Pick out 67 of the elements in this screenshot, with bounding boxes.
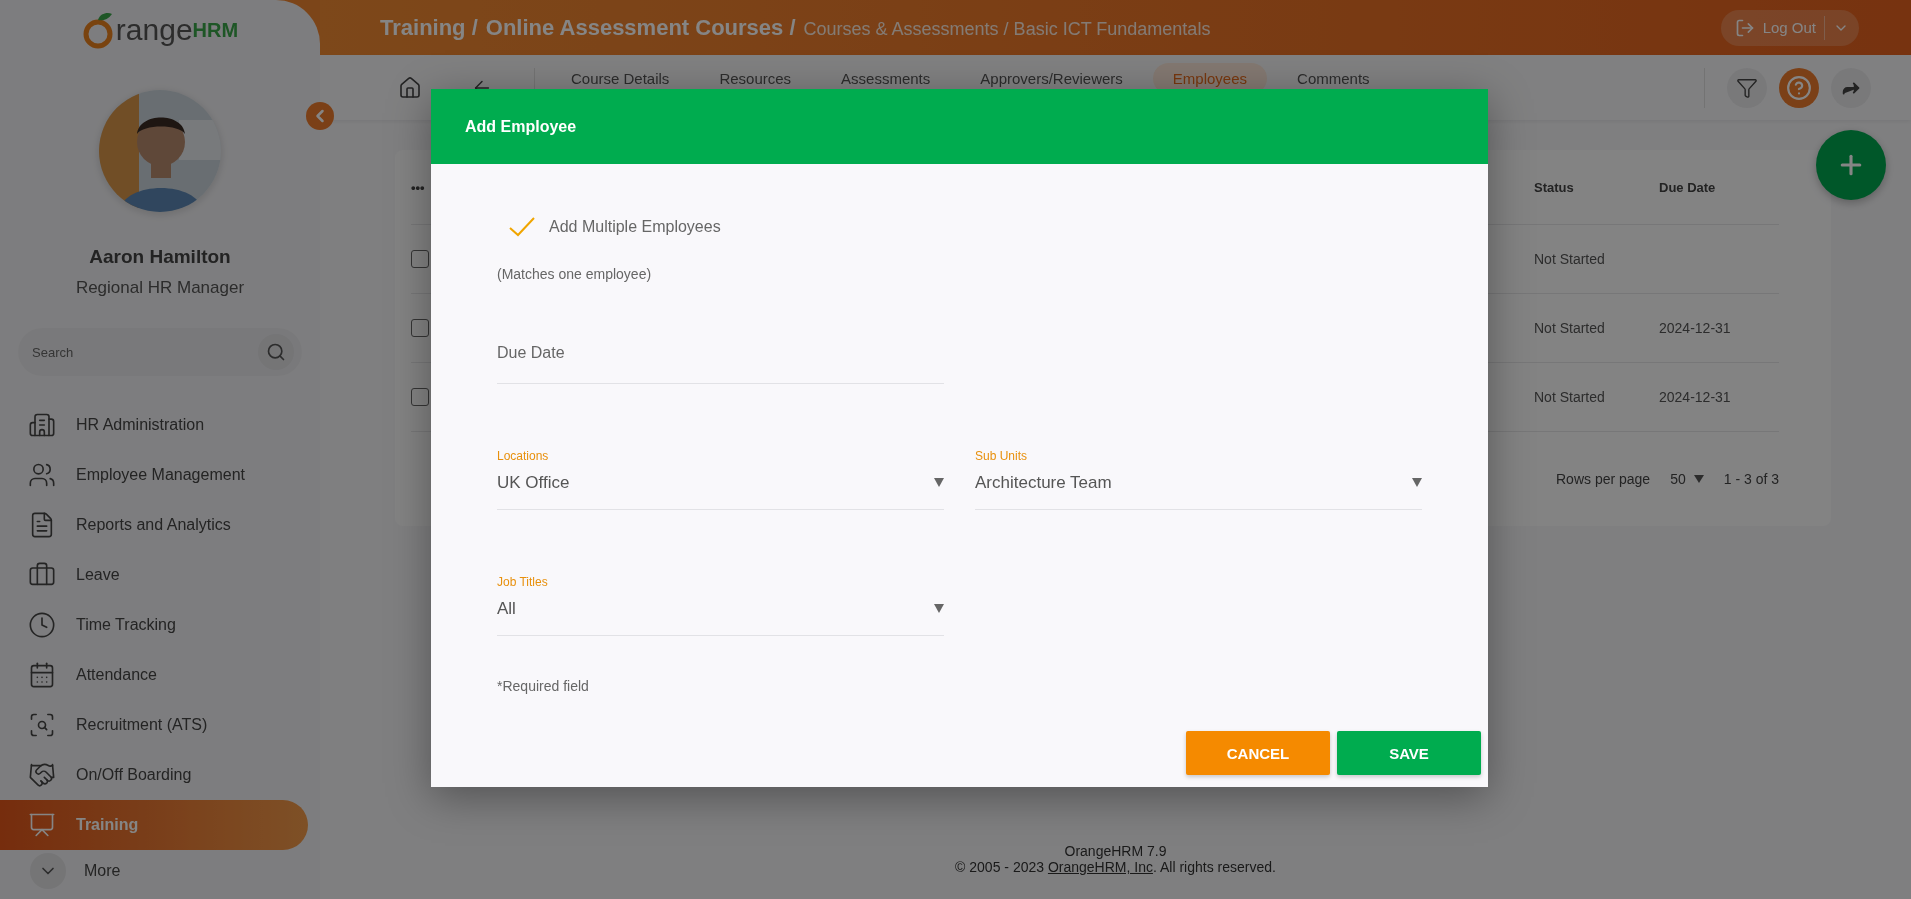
nav-item[interactable]: Time Tracking bbox=[0, 600, 308, 650]
save-button[interactable]: SAVE bbox=[1337, 731, 1481, 775]
table-cell-text: 2024-12-31 bbox=[1659, 320, 1732, 336]
table-cell-text: Not Started bbox=[1534, 320, 1606, 336]
rows-per-page-label: Rows per page bbox=[1556, 471, 1651, 487]
row-checkbox[interactable] bbox=[411, 319, 429, 337]
cancel-button[interactable]: CANCEL bbox=[1186, 731, 1330, 775]
required-note: *Required field bbox=[497, 678, 590, 694]
match-note: (Matches one employee) bbox=[497, 266, 653, 282]
share-icon[interactable] bbox=[1831, 67, 1871, 108]
more-item[interactable]: More bbox=[0, 850, 320, 892]
due-date-field[interactable]: Due Date bbox=[497, 322, 944, 384]
logout-icon bbox=[1734, 17, 1755, 38]
select-field[interactable]: Sub Units Architecture Team bbox=[975, 432, 1422, 510]
select-field[interactable]: Locations UK Office bbox=[497, 432, 944, 510]
handshake-icon bbox=[28, 761, 56, 789]
people-icon bbox=[28, 461, 56, 489]
logo: rangeHRM bbox=[81, 10, 239, 50]
row-checkbox[interactable] bbox=[411, 250, 429, 268]
caret-icon bbox=[1412, 478, 1422, 487]
nav-item[interactable]: Training bbox=[0, 800, 308, 850]
calendar-icon bbox=[28, 661, 56, 689]
building-user-icon bbox=[28, 411, 56, 439]
nav-item[interactable]: HR Administration bbox=[0, 400, 308, 450]
tab[interactable]: Course Details bbox=[551, 63, 690, 94]
table-cell-text: Not Started bbox=[1534, 251, 1606, 267]
row-checkbox[interactable] bbox=[411, 388, 429, 406]
presentation-icon bbox=[28, 811, 56, 839]
nav-item[interactable]: Leave bbox=[0, 550, 308, 600]
user-role: Regional HR Manager bbox=[75, 278, 245, 298]
chevron-down-icon bbox=[30, 853, 66, 889]
select-field[interactable]: Job Titles All bbox=[497, 558, 944, 636]
tab[interactable]: Comments bbox=[1277, 63, 1390, 94]
add-button[interactable] bbox=[1816, 130, 1886, 200]
caret-icon bbox=[934, 604, 944, 613]
user-name: Aaron Hamilton bbox=[89, 246, 231, 268]
help-icon[interactable] bbox=[1779, 67, 1819, 108]
nav-item[interactable]: Attendance bbox=[0, 650, 308, 700]
nav-item[interactable]: On/Off Boarding bbox=[0, 750, 308, 800]
caret-icon bbox=[934, 478, 944, 487]
table-cell-text: 2024-12-31 bbox=[1659, 389, 1732, 405]
collapse-button[interactable] bbox=[306, 102, 334, 130]
tab[interactable]: Assessments bbox=[821, 63, 951, 94]
column-header: Due Date bbox=[1659, 179, 1717, 195]
breadcrumb-item: Courses & Assessments / Basic ICT Fundamentals bbox=[803, 18, 1211, 40]
breadcrumb-item[interactable]: Online Assessment Courses / bbox=[485, 14, 796, 41]
copyright-text: © 2005 - 2023 OrangeHRM, Inc. All rights reserved. bbox=[955, 859, 1276, 875]
breadcrumb-item[interactable]: Training / bbox=[380, 14, 478, 41]
dialog-title: Add Employee bbox=[465, 117, 577, 136]
page-range: 1 - 3 of 3 bbox=[1723, 471, 1779, 487]
search-icon bbox=[266, 342, 286, 362]
filter-icon[interactable] bbox=[1727, 67, 1767, 108]
tab[interactable]: Approvers/Reviewers bbox=[960, 63, 1143, 94]
tab[interactable]: Resources bbox=[699, 63, 812, 94]
nav-item[interactable]: Recruitment (ATS) bbox=[0, 700, 308, 750]
clock-icon bbox=[28, 611, 56, 639]
column-header: Status bbox=[1534, 179, 1575, 195]
rows-per-page-select[interactable]: 50 bbox=[1670, 471, 1704, 487]
caret-icon bbox=[1693, 475, 1704, 483]
search-field[interactable]: Search bbox=[18, 328, 302, 376]
table-cell-text: Not Started bbox=[1534, 389, 1606, 405]
company-link[interactable]: OrangeHRM, Inc bbox=[1047, 859, 1153, 875]
checkbox-label[interactable]: Add Multiple Employees bbox=[549, 218, 721, 236]
magnifier-icon bbox=[28, 711, 56, 739]
nav-item[interactable]: Reports and Analytics bbox=[0, 500, 308, 550]
version-text: OrangeHRM 7.9 bbox=[1064, 843, 1167, 859]
nav-item[interactable]: Employee Management bbox=[0, 450, 308, 500]
